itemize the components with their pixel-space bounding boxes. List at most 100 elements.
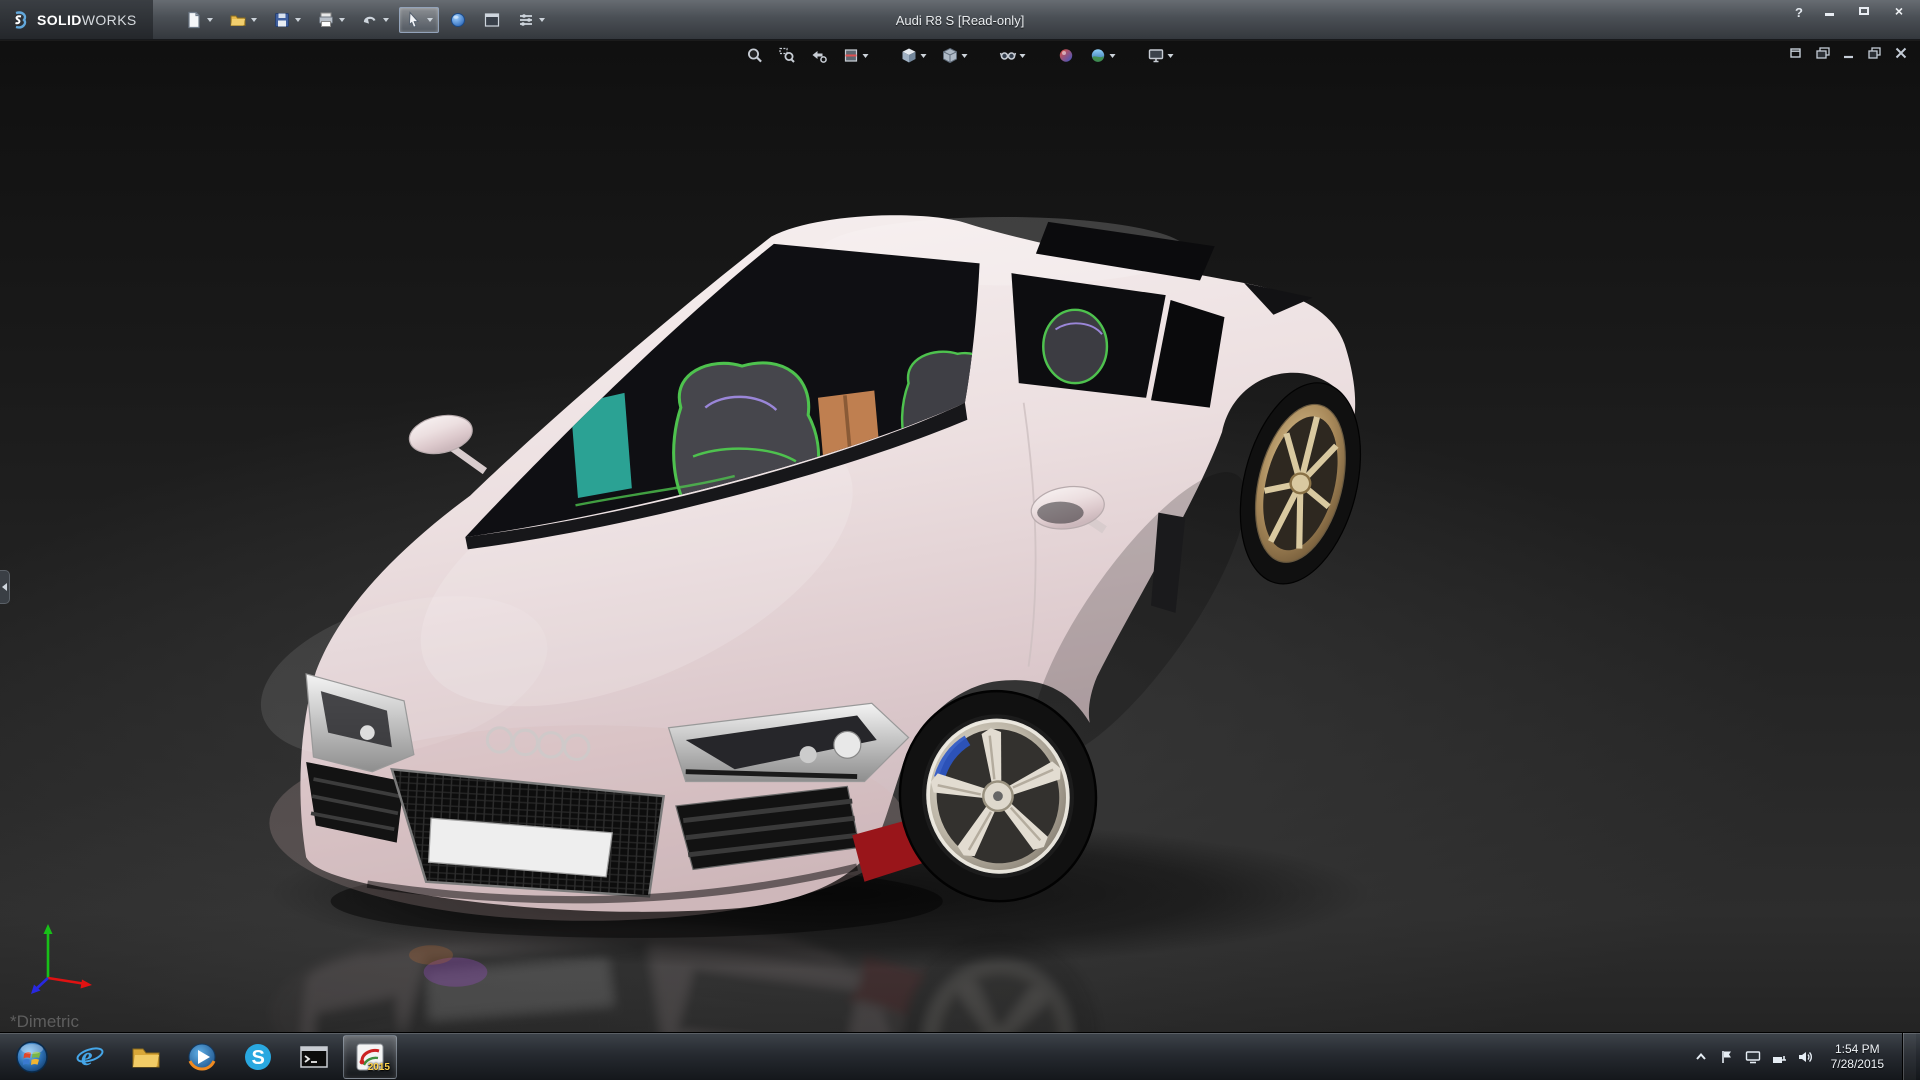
volume-button[interactable] xyxy=(1797,1049,1813,1065)
solidworks-window: SOLIDWORKS xyxy=(0,0,1920,1080)
command-prompt-icon xyxy=(298,1041,330,1073)
panel-collapse-handle[interactable] xyxy=(0,570,10,604)
file-properties-button[interactable] xyxy=(477,7,507,33)
tray-clock[interactable]: 1:54 PM 7/28/2015 xyxy=(1823,1042,1892,1072)
skype-button[interactable]: S xyxy=(231,1035,285,1079)
speaker-icon xyxy=(1797,1049,1813,1065)
display-style-button[interactable] xyxy=(939,45,971,66)
document-window-controls xyxy=(1790,47,1908,59)
taskbar: e S xyxy=(0,1032,1920,1080)
title-bar: SOLIDWORKS xyxy=(0,0,1920,40)
restore-icon xyxy=(1868,47,1882,59)
svg-text:e: e xyxy=(81,1042,93,1071)
clock-time: 1:54 PM xyxy=(1831,1042,1884,1057)
chevron-down-icon xyxy=(1168,54,1174,58)
windows-start-icon xyxy=(15,1040,49,1074)
edit-appearance-button[interactable] xyxy=(1055,45,1078,66)
minimize-icon xyxy=(1842,47,1856,59)
chevron-down-icon xyxy=(251,18,257,22)
previous-view-icon xyxy=(811,47,828,64)
internet-explorer-button[interactable]: e xyxy=(63,1035,117,1079)
command-prompt-button[interactable] xyxy=(287,1035,341,1079)
hide-show-items-icon xyxy=(1000,47,1017,64)
skype-icon: S xyxy=(242,1041,274,1073)
graphics-area[interactable]: *Dimetric xyxy=(0,41,1920,1032)
options-icon xyxy=(517,11,535,29)
zoom-to-fit-button[interactable] xyxy=(744,45,767,66)
undo-icon xyxy=(361,11,379,29)
model-render xyxy=(0,41,1920,1032)
chevron-down-icon xyxy=(427,18,433,22)
standard-toolbar xyxy=(179,7,551,33)
chevron-down-icon xyxy=(295,18,301,22)
apply-scene-icon xyxy=(1090,47,1107,64)
chevron-down-icon xyxy=(539,18,545,22)
close-icon xyxy=(1894,47,1908,59)
select-button[interactable] xyxy=(399,7,439,33)
network-button[interactable] xyxy=(1771,1049,1787,1065)
file-properties-icon xyxy=(483,11,501,29)
show-desktop-button[interactable] xyxy=(1902,1033,1916,1080)
apply-scene-button[interactable] xyxy=(1087,45,1119,66)
select-arrow-icon xyxy=(405,11,423,29)
zoom-to-area-icon xyxy=(779,47,796,64)
solidworks-version-badge: 2015 xyxy=(368,1062,390,1073)
chevron-down-icon xyxy=(921,54,927,58)
section-view-button[interactable] xyxy=(840,45,872,66)
chevron-down-icon xyxy=(207,18,213,22)
minimize-document-button[interactable] xyxy=(1842,47,1856,59)
new-window-button[interactable] xyxy=(1790,47,1804,59)
new-document-icon xyxy=(185,11,203,29)
undo-button[interactable] xyxy=(355,7,395,33)
view-orientation-button[interactable] xyxy=(898,45,930,66)
help-button[interactable]: ? xyxy=(1791,3,1807,22)
window-controls: ? × xyxy=(1791,3,1912,22)
system-tray: 1:54 PM 7/28/2015 xyxy=(1693,1033,1920,1080)
file-explorer-button[interactable] xyxy=(119,1035,173,1079)
view-settings-button[interactable] xyxy=(1145,45,1177,66)
network-icon xyxy=(1771,1049,1787,1065)
rebuild-button[interactable] xyxy=(443,7,473,33)
zoom-to-area-button[interactable] xyxy=(776,45,799,66)
chevron-down-icon xyxy=(962,54,968,58)
close-document-button[interactable] xyxy=(1894,47,1908,59)
folder-icon xyxy=(130,1041,162,1073)
print-icon xyxy=(317,11,335,29)
display-settings-button[interactable] xyxy=(1745,1049,1761,1065)
monitor-icon xyxy=(1745,1049,1761,1065)
chevron-down-icon xyxy=(383,18,389,22)
save-button[interactable] xyxy=(267,7,307,33)
zoom-to-fit-icon xyxy=(747,47,764,64)
action-center-button[interactable] xyxy=(1719,1049,1735,1065)
chevron-down-icon xyxy=(863,54,869,58)
print-button[interactable] xyxy=(311,7,351,33)
hidden-icons-button[interactable] xyxy=(1693,1049,1709,1065)
view-orientation-label: *Dimetric xyxy=(10,1012,79,1032)
maximize-button[interactable] xyxy=(1851,3,1877,19)
section-view-icon xyxy=(843,47,860,64)
close-button[interactable]: × xyxy=(1886,3,1912,19)
media-player-button[interactable] xyxy=(175,1035,229,1079)
display-style-icon xyxy=(942,47,959,64)
solidworks-taskbar-button[interactable]: 2015 xyxy=(343,1035,397,1079)
cascade-windows-icon xyxy=(1816,47,1830,59)
chevron-down-icon xyxy=(339,18,345,22)
previous-view-button[interactable] xyxy=(808,45,831,66)
flag-icon xyxy=(1719,1049,1735,1065)
new-document-button[interactable] xyxy=(179,7,219,33)
chevron-down-icon xyxy=(1110,54,1116,58)
options-button[interactable] xyxy=(511,7,551,33)
svg-text:S: S xyxy=(252,1047,265,1069)
view-settings-icon xyxy=(1148,47,1165,64)
cascade-windows-button[interactable] xyxy=(1816,47,1830,59)
open-folder-icon xyxy=(229,11,247,29)
hide-show-items-button[interactable] xyxy=(997,45,1029,66)
heads-up-view-toolbar xyxy=(744,45,1177,66)
open-button[interactable] xyxy=(223,7,263,33)
chevron-up-icon xyxy=(1693,1049,1709,1065)
start-button[interactable] xyxy=(3,1035,61,1079)
restore-document-button[interactable] xyxy=(1868,47,1882,59)
minimize-button[interactable] xyxy=(1816,3,1842,19)
save-icon xyxy=(273,11,291,29)
media-player-icon xyxy=(186,1041,218,1073)
